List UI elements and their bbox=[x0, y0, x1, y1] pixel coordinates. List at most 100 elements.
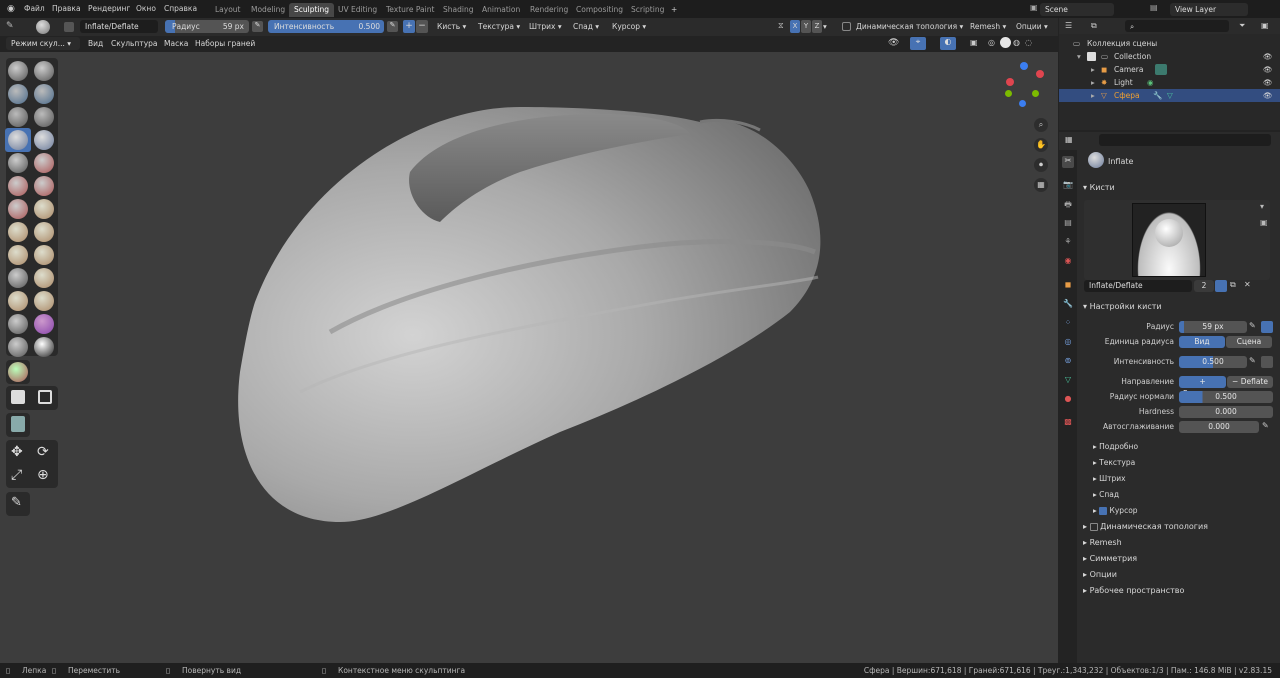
options-dropdown[interactable]: Опции ▾ bbox=[1016, 22, 1048, 31]
clay-brush-icon[interactable] bbox=[8, 84, 28, 104]
outliner-row-collection[interactable]: ▾ ▭ Collection 👁 bbox=[1059, 50, 1280, 63]
tab-uv-editing[interactable]: UV Editing bbox=[333, 3, 382, 17]
stroke-dropdown[interactable]: Штрих ▾ bbox=[529, 22, 562, 31]
draw-brush-icon[interactable] bbox=[8, 61, 28, 81]
panel-dyntopo[interactable]: ▸ Динамическая топология bbox=[1083, 522, 1208, 531]
expand-arrow-icon[interactable]: ▸ bbox=[1091, 76, 1095, 89]
gizmo-x-icon[interactable] bbox=[1036, 70, 1044, 78]
scene-field[interactable]: Scene bbox=[1040, 3, 1114, 16]
tab-animation[interactable]: Animation bbox=[477, 3, 525, 17]
brush-name-field[interactable]: Inflate/Deflate bbox=[80, 20, 158, 33]
autosmooth-pressure-icon[interactable]: ✎ bbox=[1262, 421, 1269, 430]
falloff-dropdown[interactable]: Спад ▾ bbox=[573, 22, 599, 31]
cursor-checkbox[interactable] bbox=[1099, 507, 1108, 515]
panel-remesh[interactable]: ▸ Remesh bbox=[1083, 538, 1122, 547]
gizmo-z-icon[interactable] bbox=[1020, 62, 1028, 70]
cloth-brush-icon[interactable] bbox=[34, 314, 54, 334]
object-tab-icon[interactable]: ◼ bbox=[1062, 280, 1074, 292]
strength-field[interactable]: Интенсивность 0.500 bbox=[268, 20, 384, 33]
mask-brush-icon[interactable] bbox=[34, 337, 54, 357]
output-tab-icon[interactable]: 🖶 bbox=[1062, 199, 1074, 211]
tab-texture-paint[interactable]: Texture Paint bbox=[381, 3, 439, 17]
navigation-gizmo[interactable] bbox=[1000, 60, 1056, 116]
autosmooth-input[interactable]: 0.000 bbox=[1179, 421, 1259, 433]
rotate-icon[interactable]: ⟳ bbox=[37, 444, 49, 460]
outliner-search-input[interactable]: ⌕ bbox=[1125, 20, 1229, 32]
blender-logo-icon[interactable]: ◉ bbox=[7, 4, 15, 14]
scale-icon[interactable]: ⤢ bbox=[11, 467, 22, 483]
draw-face-sets-icon[interactable] bbox=[8, 362, 28, 382]
grab-brush-icon[interactable] bbox=[34, 222, 54, 242]
material-tab-icon[interactable]: ● bbox=[1062, 394, 1074, 406]
pose-brush-icon[interactable] bbox=[34, 268, 54, 288]
menu-help[interactable]: Справка bbox=[164, 4, 197, 13]
fake-user-shield-icon[interactable] bbox=[1215, 280, 1227, 292]
duplicate-brush-icon[interactable]: ⧉ bbox=[1230, 280, 1236, 290]
cursor-dropdown[interactable]: Курсор ▾ bbox=[612, 22, 646, 31]
brush-name-input[interactable]: Inflate/Deflate bbox=[1084, 280, 1192, 292]
rotate-brush-icon[interactable] bbox=[34, 291, 54, 311]
tab-modeling[interactable]: Modeling bbox=[246, 3, 290, 17]
pinch-brush-icon[interactable] bbox=[8, 222, 28, 242]
dyntopo-dropdown[interactable]: Динамическая топология ▾ bbox=[856, 22, 963, 31]
fill-brush-icon[interactable] bbox=[34, 176, 54, 196]
render-tab-icon[interactable]: 📷 bbox=[1062, 180, 1074, 192]
brush-users-count[interactable]: 2 bbox=[1194, 280, 1214, 292]
snake-hook-brush-icon[interactable] bbox=[34, 245, 54, 265]
subpanel-stroke[interactable]: ▸ Штрих bbox=[1093, 474, 1126, 483]
normal-radius-input[interactable]: 0.500 bbox=[1179, 391, 1273, 403]
view-layer-tab-icon[interactable]: ▤ bbox=[1062, 218, 1074, 230]
strength-pressure-icon[interactable]: ✎ bbox=[1249, 356, 1256, 365]
menu-edit[interactable]: Правка bbox=[52, 4, 81, 13]
menu-window[interactable]: Окно bbox=[136, 4, 156, 13]
transform-icon[interactable]: ⊕ bbox=[37, 467, 49, 483]
dyntopo-checkbox[interactable] bbox=[842, 22, 851, 31]
multiplane-scrape-brush-icon[interactable] bbox=[34, 199, 54, 219]
view-layer-field[interactable]: View Layer bbox=[1170, 3, 1248, 16]
direction-subtract-button[interactable]: − Deflate bbox=[1227, 376, 1273, 388]
pressure-icon[interactable]: ✎ bbox=[252, 21, 263, 32]
outliner-editor-icon[interactable]: ☰ bbox=[1065, 21, 1072, 30]
brushes-panel-header[interactable]: ▾ Кисти bbox=[1083, 183, 1115, 192]
panel-workspace[interactable]: ▸ Рабочее пространство bbox=[1083, 586, 1184, 595]
brush-settings-header[interactable]: ▾ Настройки кисти bbox=[1083, 302, 1162, 311]
panel-symmetry[interactable]: ▸ Симметрия bbox=[1083, 554, 1137, 563]
move-icon[interactable]: ✥ bbox=[11, 444, 23, 460]
subpanel-falloff[interactable]: ▸ Спад bbox=[1093, 490, 1119, 499]
elastic-deform-brush-icon[interactable] bbox=[8, 245, 28, 265]
scrape-brush-icon[interactable] bbox=[8, 199, 28, 219]
direction-add-button[interactable]: + Раздува... bbox=[1179, 376, 1226, 398]
strength-lock-icon[interactable] bbox=[1261, 356, 1273, 368]
expand-arrow-icon[interactable]: ▸ bbox=[1091, 63, 1095, 76]
menu-face-sets[interactable]: Наборы граней bbox=[195, 39, 255, 48]
display-mode-icon[interactable]: ⧉ bbox=[1091, 21, 1097, 31]
checkbox-icon[interactable] bbox=[1087, 52, 1096, 61]
brush-mode-icon[interactable]: ✎ bbox=[6, 21, 14, 31]
blob-brush-icon[interactable] bbox=[34, 130, 54, 150]
collection-visibility-icon[interactable]: 👁 bbox=[1263, 50, 1273, 63]
tab-rendering[interactable]: Rendering bbox=[525, 3, 573, 17]
sphere-visibility-icon[interactable]: 👁 bbox=[1263, 89, 1273, 102]
tab-layout[interactable]: Layout bbox=[210, 3, 246, 17]
overlay-toggle-icon[interactable]: ◐ bbox=[940, 37, 956, 50]
properties-search-input[interactable] bbox=[1099, 134, 1271, 146]
hardness-input[interactable]: 0.000 bbox=[1179, 406, 1273, 418]
brush-preview-icon[interactable] bbox=[36, 20, 50, 34]
tab-scripting[interactable]: Scripting bbox=[626, 3, 669, 17]
symmetry-y-toggle[interactable]: Y bbox=[801, 20, 811, 33]
world-tab-icon[interactable]: ◉ bbox=[1062, 256, 1074, 268]
subpanel-texture[interactable]: ▸ Текстура bbox=[1093, 458, 1135, 467]
data-tab-icon[interactable]: ▽ bbox=[1062, 375, 1074, 387]
gizmo-neg-y-icon[interactable] bbox=[1032, 90, 1039, 97]
menu-render[interactable]: Рендеринг bbox=[88, 4, 130, 13]
texture-tab-icon[interactable]: ▩ bbox=[1062, 417, 1074, 429]
constraints-tab-icon[interactable]: ⊚ bbox=[1062, 356, 1074, 368]
clay-strips-brush-icon[interactable] bbox=[34, 84, 54, 104]
menu-mask[interactable]: Маска bbox=[164, 39, 188, 48]
tab-compositing[interactable]: Compositing bbox=[571, 3, 628, 17]
outliner-row-light[interactable]: ▸ ✸ Light ◉ 👁 bbox=[1059, 76, 1280, 89]
outliner-row-sphere[interactable]: ▸ ▽ Сфера 🔧 ▽ 👁 bbox=[1059, 89, 1280, 102]
draw-sharp-brush-icon[interactable] bbox=[34, 61, 54, 81]
camera-visibility-icon[interactable]: 👁 bbox=[1263, 63, 1273, 76]
expand-arrow-icon[interactable]: ▸ bbox=[1091, 89, 1095, 102]
